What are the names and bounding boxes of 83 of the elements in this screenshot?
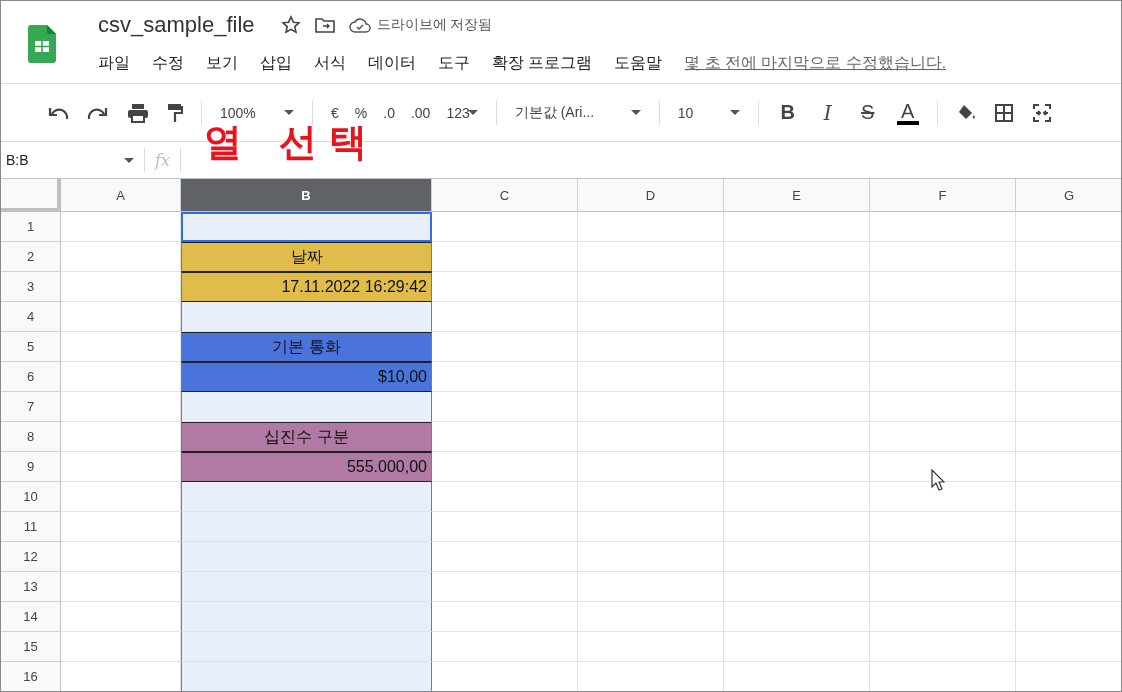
menu-item[interactable]: 확장 프로그램	[492, 52, 593, 74]
table-cell[interactable]	[181, 632, 432, 662]
menu-item[interactable]: 도움말	[614, 52, 663, 74]
column-header[interactable]: C	[432, 179, 578, 212]
table-cell[interactable]	[181, 602, 432, 632]
caret-icon	[467, 110, 478, 115]
table-cell[interactable]	[181, 512, 432, 542]
cloud-check-icon	[348, 17, 371, 33]
row-header[interactable]: 1	[1, 212, 61, 242]
row-header[interactable]: 5	[1, 332, 61, 362]
column-header[interactable]: B	[181, 179, 432, 212]
folder-icon[interactable]	[314, 16, 335, 34]
table-cell[interactable]	[181, 482, 432, 512]
table-cell[interactable]	[181, 662, 432, 691]
format-button[interactable]: S	[856, 101, 879, 124]
borders-icon[interactable]	[993, 102, 1014, 123]
row-header[interactable]: 3	[1, 272, 61, 302]
table-cell[interactable]: 17.11.2022 16:29:42	[181, 272, 432, 302]
number-format-button[interactable]: .0	[383, 104, 395, 121]
row-header[interactable]: 7	[1, 392, 61, 422]
column-header[interactable]: F	[870, 179, 1016, 212]
menu-item[interactable]: 보기	[206, 52, 238, 74]
column-header[interactable]: E	[724, 179, 870, 212]
caret-icon	[284, 110, 294, 115]
name-box[interactable]: B:B	[1, 152, 144, 168]
column-header[interactable]: A	[61, 179, 181, 212]
star-icon[interactable]	[280, 15, 301, 35]
row-header[interactable]: 2	[1, 242, 61, 272]
undo-icon[interactable]	[47, 105, 69, 120]
last-edit-link[interactable]: 몇 초 전에 마지막으로 수정했습니다.	[684, 52, 946, 74]
caret-icon	[630, 110, 641, 115]
table-cell[interactable]	[181, 392, 432, 422]
row-header[interactable]: 16	[1, 662, 61, 691]
row-header[interactable]: 4	[1, 302, 61, 332]
menu-item[interactable]: 파일	[98, 52, 130, 74]
row-header[interactable]: 10	[1, 482, 61, 512]
spreadsheet-logo-icon[interactable]	[28, 25, 56, 63]
format-button[interactable]: A	[896, 100, 919, 125]
table-cell[interactable]	[181, 572, 432, 602]
row-header[interactable]: 11	[1, 512, 61, 542]
row-header[interactable]: 8	[1, 422, 61, 452]
caret-icon	[729, 110, 740, 115]
row-header[interactable]: 14	[1, 602, 61, 632]
table-cell[interactable]: 날짜	[181, 242, 432, 272]
row-header[interactable]: 12	[1, 542, 61, 572]
table-cell[interactable]	[181, 302, 432, 332]
table-cell[interactable]: 555.000,00	[181, 452, 432, 482]
table-cell[interactable]	[181, 542, 432, 572]
font-dropdown[interactable]: 기본값 (Ari...	[514, 103, 641, 122]
table-cell[interactable]: 십진수 구분	[181, 422, 432, 452]
format-button[interactable]: I	[816, 100, 839, 125]
zoom-dropdown[interactable]: 100%	[220, 104, 294, 121]
format-button[interactable]: B	[776, 101, 799, 124]
merge-cells-icon[interactable]	[1031, 102, 1052, 123]
mouse-cursor-icon	[931, 469, 945, 491]
number-format-button[interactable]: %	[354, 104, 368, 121]
menu-item[interactable]: 도구	[438, 52, 470, 74]
row-header[interactable]: 13	[1, 572, 61, 602]
select-all-corner[interactable]	[1, 179, 61, 212]
font-size-dropdown[interactable]: 10	[677, 104, 740, 121]
number-format-button[interactable]: 123	[446, 104, 470, 121]
redo-icon[interactable]	[87, 105, 109, 120]
table-cell[interactable]	[181, 212, 432, 242]
menu-item[interactable]: 서식	[314, 52, 346, 74]
menu-item[interactable]: 삽입	[260, 52, 292, 74]
save-status: 드라이브에 저장됨	[376, 16, 493, 34]
caret-icon	[124, 157, 134, 163]
menu-item[interactable]: 수정	[152, 52, 184, 74]
annotation-text: 열 선택	[204, 123, 380, 161]
print-icon[interactable]	[127, 102, 149, 123]
paint-format-icon[interactable]	[167, 102, 183, 123]
formula-label: fx	[153, 150, 171, 170]
row-header[interactable]: 6	[1, 362, 61, 392]
row-header[interactable]: 9	[1, 452, 61, 482]
document-title[interactable]: csv_sample_file	[98, 12, 255, 38]
column-header[interactable]: G	[1016, 179, 1121, 212]
number-format-button[interactable]: €	[331, 104, 339, 121]
row-header[interactable]: 15	[1, 632, 61, 662]
number-format-button[interactable]: .00	[410, 104, 431, 121]
table-cell[interactable]: $10,00	[181, 362, 432, 392]
table-cell[interactable]: 기본 통화	[181, 332, 432, 362]
column-header[interactable]: D	[578, 179, 724, 212]
menu-item[interactable]: 데이터	[368, 52, 416, 74]
